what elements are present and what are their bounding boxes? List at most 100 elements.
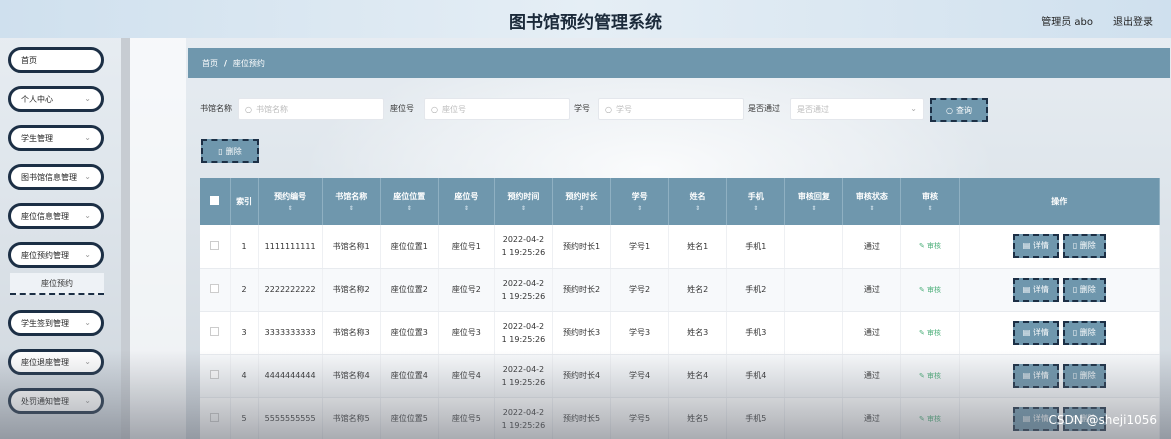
header-audit[interactable]: 审核 ⇕: [900, 178, 960, 225]
top-header: 图书馆预约管理系统 管理员 abo 退出登录: [0, 0, 1171, 38]
chevron-down-icon: ⌄: [84, 94, 91, 103]
cell-seat: 座位号3: [438, 311, 495, 355]
sidebar-item[interactable]: 处罚通知管理 ⌄: [8, 388, 104, 414]
table-row[interactable]: 2 2222222222 书馆名称2 座位位置2 座位号2 2022-04-2 1 19:2…: [200, 268, 1161, 312]
sort-icon[interactable]: ⇕: [555, 205, 608, 212]
header-seat[interactable]: 座位号 ⇕: [438, 178, 495, 225]
chevron-down-icon: ⌄: [84, 318, 91, 327]
row-checkbox[interactable]: [210, 413, 220, 422]
delete-button[interactable]: ▯ 删除: [1062, 320, 1106, 345]
sort-icon[interactable]: ⇕: [903, 205, 956, 212]
breadcrumb-home[interactable]: 首页: [202, 58, 218, 69]
cell-dur: 预约时长2: [552, 268, 612, 312]
document-icon: ▤: [1022, 413, 1033, 423]
cell-audit: ✎ 审核: [900, 268, 960, 312]
student-id-input[interactable]: ○ 学号: [598, 98, 744, 120]
delete-button[interactable]: ▯ 删除: [1062, 234, 1106, 259]
chevron-down-icon: ⌄: [84, 250, 91, 259]
batch-delete-button[interactable]: ▯ 删除: [201, 139, 259, 163]
row-select-cell[interactable]: [200, 268, 231, 312]
sidebar-item[interactable]: 个人中心 ⌄: [8, 86, 104, 112]
cell-actions: ▤ 详情 ▯ 删除: [959, 354, 1161, 398]
sort-icon[interactable]: ⇕: [729, 205, 782, 212]
audit-link[interactable]: ✎ 审核: [919, 286, 941, 294]
library-name-input[interactable]: ○ 书馆名称: [238, 98, 384, 120]
current-user: 管理员 abo: [1041, 17, 1093, 28]
cell-audit: ✎ 审核: [900, 225, 960, 269]
table-row[interactable]: 3 3333333333 书馆名称3 座位位置3 座位号3 2022-04-2 1 19:2…: [200, 311, 1161, 355]
sidebar-item[interactable]: 学生签到管理 ⌄: [8, 310, 104, 336]
seat-number-input[interactable]: ○ 座位号: [424, 98, 570, 120]
sort-icon[interactable]: ⇕: [497, 205, 550, 212]
detail-button[interactable]: ▤ 详情: [1012, 277, 1059, 302]
delete-button[interactable]: ▯ 删除: [1062, 363, 1106, 388]
detail-label: 详情: [1032, 284, 1049, 294]
cell-pos: 座位位置4: [380, 354, 439, 398]
table-row[interactable]: 1 1111111111 书馆名称1 座位位置1 座位号1 2022-04-2 1 19:2…: [200, 225, 1161, 269]
cell-code: 3333333333: [258, 311, 323, 355]
row-checkbox[interactable]: [210, 240, 220, 250]
detail-label: 详情: [1032, 241, 1049, 251]
cell-actions: ▤ 详情 ▯ 删除: [959, 311, 1161, 355]
select-all-checkbox[interactable]: [210, 196, 220, 205]
sidebar-item[interactable]: 座位预约管理 ⌄: [8, 242, 104, 268]
cell-status: 通过: [842, 397, 902, 439]
audit-link[interactable]: ✎ 审核: [919, 372, 941, 380]
table-row[interactable]: 4 4444444444 书馆名称4 座位位置4 座位号4 2022-04-2 1 19:2…: [200, 354, 1161, 398]
header-name[interactable]: 姓名 ⇕: [668, 178, 728, 225]
sidebar-item[interactable]: 图书馆信息管理 ⌄: [8, 164, 104, 190]
sort-icon[interactable]: ⇕: [261, 205, 320, 212]
sidebar-item-label: 座位预约管理: [21, 250, 69, 260]
audit-link[interactable]: ✎ 审核: [919, 242, 941, 250]
search-button-label: 查询: [955, 105, 972, 115]
sidebar-item[interactable]: 座位退座管理 ⌄: [8, 349, 104, 375]
delete-button[interactable]: ▯ 删除: [1062, 277, 1106, 302]
header-phone[interactable]: 手机 ⇕: [726, 178, 786, 225]
trash-icon: ▯: [1072, 327, 1080, 337]
detail-button[interactable]: ▤ 详情: [1012, 234, 1059, 259]
edit-icon: ✎: [918, 285, 928, 294]
logout-link[interactable]: 退出登录: [1113, 13, 1153, 28]
sidebar-item-label: 座位信息管理: [21, 211, 69, 221]
edit-icon: ✎: [918, 414, 928, 423]
header-index: 索引: [230, 178, 259, 225]
sort-icon[interactable]: ⇕: [441, 205, 492, 212]
sidebar-subitem-seat-reservation[interactable]: 座位预约: [10, 273, 104, 295]
row-select-cell[interactable]: [200, 311, 231, 355]
sort-icon[interactable]: ⇕: [671, 205, 724, 212]
audit-link[interactable]: ✎ 审核: [919, 329, 941, 337]
cell-reply: [784, 225, 844, 269]
sort-icon[interactable]: ⇕: [613, 205, 666, 212]
row-select-cell[interactable]: [200, 397, 231, 439]
cell-time: 2022-04-2 1 19:25:26: [494, 397, 553, 439]
header-duration: 预约时长 ⇕: [552, 178, 612, 225]
sort-icon[interactable]: ⇕: [383, 205, 436, 212]
cell-time-line2: 1 19:25:26: [501, 291, 546, 301]
table-row[interactable]: 5 5555555555 书馆名称5 座位位置5 座位号5 2022-04-2 1 19:2…: [200, 397, 1161, 439]
detail-label: 详情: [1032, 413, 1049, 423]
audit-link[interactable]: ✎ 审核: [919, 415, 941, 423]
select-all-header[interactable]: [200, 178, 231, 225]
sort-icon[interactable]: ⇕: [845, 205, 898, 212]
audit-label: 审核: [927, 414, 942, 423]
header-code[interactable]: 预约编号 ⇕: [258, 178, 323, 225]
row-checkbox[interactable]: [210, 370, 220, 379]
search-button[interactable]: ○ 查询: [930, 98, 988, 122]
sort-icon[interactable]: ⇕: [325, 205, 378, 212]
row-checkbox[interactable]: [210, 327, 220, 336]
cell-time: 2022-04-2 1 19:25:26: [494, 311, 553, 355]
app-title: 图书馆预约管理系统: [509, 13, 662, 33]
passed-select[interactable]: 是否通过 ⌄: [790, 98, 924, 120]
row-checkbox[interactable]: [210, 284, 220, 293]
cell-phone: 手机3: [726, 311, 786, 355]
detail-button[interactable]: ▤ 详情: [1012, 363, 1059, 388]
detail-button[interactable]: ▤ 详情: [1012, 320, 1059, 345]
row-select-cell[interactable]: [200, 225, 231, 269]
row-select-cell[interactable]: [200, 354, 231, 398]
sort-icon[interactable]: ⇕: [787, 205, 840, 212]
header-student-id[interactable]: 学号 ⇕: [610, 178, 670, 225]
trash-icon: ▯: [1072, 284, 1080, 294]
sidebar-item[interactable]: 首页: [8, 47, 104, 73]
sidebar-item[interactable]: 学生管理 ⌄: [8, 125, 104, 151]
sidebar-item[interactable]: 座位信息管理 ⌄: [8, 203, 104, 229]
